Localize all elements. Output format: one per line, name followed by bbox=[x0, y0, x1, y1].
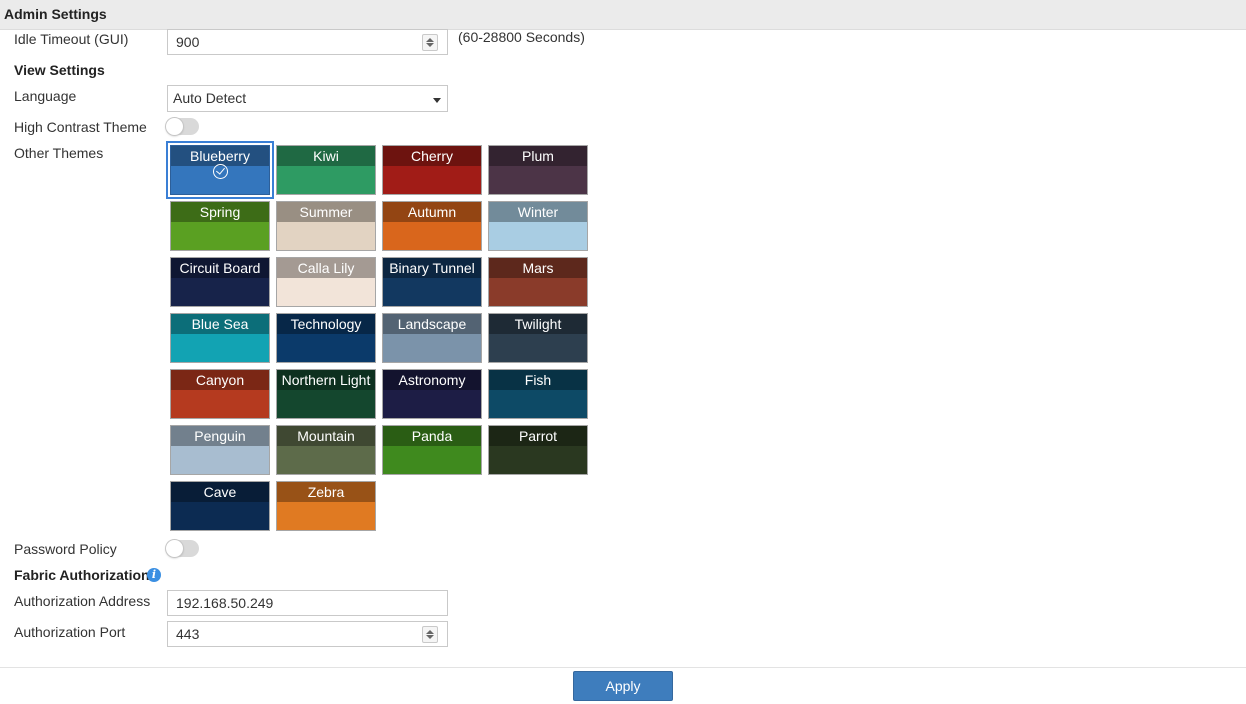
password-policy-toggle[interactable] bbox=[166, 540, 199, 557]
checkmark-icon bbox=[213, 164, 228, 179]
theme-tile-penguin[interactable]: Penguin bbox=[170, 425, 270, 475]
theme-tile-panda[interactable]: Panda bbox=[382, 425, 482, 475]
authorization-address-label: Authorization Address bbox=[14, 593, 151, 609]
idle-timeout-label: Idle Timeout (GUI) bbox=[14, 31, 129, 47]
theme-grid: Blueberry Kiwi Cherry Plum Spring Summer Autum… bbox=[170, 145, 590, 531]
theme-tile-label: Cherry bbox=[383, 146, 481, 166]
theme-tile-label: Astronomy bbox=[383, 370, 481, 390]
theme-tile-calla-lily[interactable]: Calla Lily bbox=[276, 257, 376, 307]
authorization-port-stepper[interactable] bbox=[422, 626, 438, 643]
theme-tile-circuit-board[interactable]: Circuit Board bbox=[170, 257, 270, 307]
theme-tile-label: Blue Sea bbox=[171, 314, 269, 334]
theme-tile-plum[interactable]: Plum bbox=[488, 145, 588, 195]
theme-tile-label: Plum bbox=[489, 146, 587, 166]
theme-tile-label: Canyon bbox=[171, 370, 269, 390]
high-contrast-toggle[interactable] bbox=[166, 118, 199, 135]
view-settings-title: View Settings bbox=[14, 62, 105, 78]
admin-settings-header: Admin Settings bbox=[0, 0, 1246, 30]
authorization-port-label: Authorization Port bbox=[14, 624, 126, 640]
theme-tile-fish[interactable]: Fish bbox=[488, 369, 588, 419]
authorization-port-value: 443 bbox=[176, 626, 200, 642]
high-contrast-label: High Contrast Theme bbox=[14, 119, 147, 135]
theme-tile-parrot[interactable]: Parrot bbox=[488, 425, 588, 475]
idle-timeout-units: (60-28800 Seconds) bbox=[458, 29, 585, 45]
theme-tile-label: Cave bbox=[171, 482, 269, 502]
theme-tile-mars[interactable]: Mars bbox=[488, 257, 588, 307]
theme-tile-autumn[interactable]: Autumn bbox=[382, 201, 482, 251]
info-icon[interactable]: i bbox=[147, 568, 161, 582]
theme-tile-blue-sea[interactable]: Blue Sea bbox=[170, 313, 270, 363]
theme-tile-label: Panda bbox=[383, 426, 481, 446]
theme-tile-zebra[interactable]: Zebra bbox=[276, 481, 376, 531]
chevron-down-icon bbox=[433, 98, 441, 103]
theme-tile-landscape[interactable]: Landscape bbox=[382, 313, 482, 363]
password-policy-label: Password Policy bbox=[14, 541, 117, 557]
theme-tile-technology[interactable]: Technology bbox=[276, 313, 376, 363]
theme-tile-astronomy[interactable]: Astronomy bbox=[382, 369, 482, 419]
theme-tile-label: Mountain bbox=[277, 426, 375, 446]
theme-tile-label: Parrot bbox=[489, 426, 587, 446]
language-value: Auto Detect bbox=[173, 90, 247, 106]
authorization-address-input[interactable]: 192.168.50.249 bbox=[167, 590, 448, 616]
theme-tile-label: Autumn bbox=[383, 202, 481, 222]
idle-timeout-input[interactable]: 900 bbox=[167, 29, 448, 55]
theme-tile-canyon[interactable]: Canyon bbox=[170, 369, 270, 419]
theme-tile-cave[interactable]: Cave bbox=[170, 481, 270, 531]
language-label: Language bbox=[14, 88, 77, 104]
fabric-authorization-title: Fabric Authorization bbox=[14, 567, 150, 583]
theme-tile-label: Penguin bbox=[171, 426, 269, 446]
theme-tile-mountain[interactable]: Mountain bbox=[276, 425, 376, 475]
theme-tile-label: Twilight bbox=[489, 314, 587, 334]
theme-tile-label: Zebra bbox=[277, 482, 375, 502]
theme-tile-label: Landscape bbox=[383, 314, 481, 334]
theme-tile-label: Fish bbox=[489, 370, 587, 390]
authorization-port-input[interactable]: 443 bbox=[167, 621, 448, 647]
theme-tile-northern-light[interactable]: Northern Light bbox=[276, 369, 376, 419]
theme-tile-label: Kiwi bbox=[277, 146, 375, 166]
theme-tile-spring[interactable]: Spring bbox=[170, 201, 270, 251]
idle-timeout-value: 900 bbox=[176, 34, 200, 50]
theme-tile-label: Summer bbox=[277, 202, 375, 222]
footer-divider bbox=[0, 667, 1246, 668]
idle-timeout-stepper[interactable] bbox=[422, 34, 438, 51]
theme-tile-label: Northern Light bbox=[277, 370, 375, 390]
theme-tile-kiwi[interactable]: Kiwi bbox=[276, 145, 376, 195]
theme-tile-label: Winter bbox=[489, 202, 587, 222]
theme-tile-label: Blueberry bbox=[171, 146, 269, 166]
theme-tile-label: Calla Lily bbox=[277, 258, 375, 278]
theme-tile-label: Binary Tunnel bbox=[383, 258, 481, 278]
theme-tile-blueberry[interactable]: Blueberry bbox=[170, 145, 270, 195]
theme-tile-twilight[interactable]: Twilight bbox=[488, 313, 588, 363]
theme-tile-label: Mars bbox=[489, 258, 587, 278]
theme-tile-cherry[interactable]: Cherry bbox=[382, 145, 482, 195]
theme-tile-label: Technology bbox=[277, 314, 375, 334]
theme-tile-summer[interactable]: Summer bbox=[276, 201, 376, 251]
other-themes-label: Other Themes bbox=[14, 145, 104, 161]
authorization-address-value: 192.168.50.249 bbox=[176, 595, 274, 611]
theme-tile-label: Circuit Board bbox=[171, 258, 269, 278]
theme-tile-label: Spring bbox=[171, 202, 269, 222]
theme-tile-binary-tunnel[interactable]: Binary Tunnel bbox=[382, 257, 482, 307]
page-title: Admin Settings bbox=[4, 6, 107, 22]
language-select[interactable]: Auto Detect bbox=[167, 85, 448, 112]
theme-tile-winter[interactable]: Winter bbox=[488, 201, 588, 251]
apply-button[interactable]: Apply bbox=[573, 671, 673, 701]
